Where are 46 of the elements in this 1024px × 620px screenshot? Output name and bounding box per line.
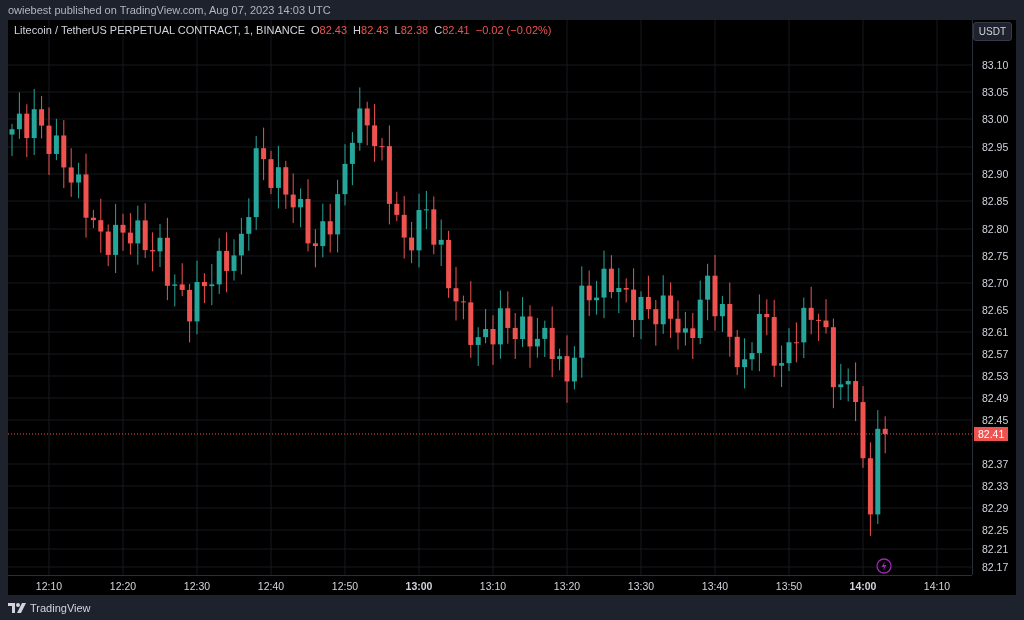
time-label: 13:20 <box>553 580 581 592</box>
price-label: 83.00 <box>982 113 1009 125</box>
price-label: 82.70 <box>982 277 1009 289</box>
time-label: 13:50 <box>775 580 803 592</box>
time-label: 12:30 <box>183 580 211 592</box>
time-label: 12:50 <box>331 580 359 592</box>
logo-icon <box>8 602 26 613</box>
price-label: 82.37 <box>982 458 1009 470</box>
time-label: 13:10 <box>479 580 507 592</box>
price-label: 82.65 <box>982 304 1009 316</box>
time-label: 13:40 <box>701 580 729 592</box>
ohlc-value: O82.43 <box>311 24 348 36</box>
price-label: 82.75 <box>982 250 1009 262</box>
time-label: 14:10 <box>923 580 951 592</box>
time-label: 12:20 <box>109 580 137 592</box>
time-label: 14:00 <box>849 580 877 592</box>
time-label: 12:40 <box>257 580 285 592</box>
price-label: 82.53 <box>982 370 1009 382</box>
price-label: 82.57 <box>982 348 1009 360</box>
price-label: 82.80 <box>982 223 1009 235</box>
price-label: 82.49 <box>982 392 1009 404</box>
price-label: 82.25 <box>982 524 1009 536</box>
symbol-title: Litecoin / TetherUS PERPETUAL CONTRACT, 1, BINANCE <box>14 24 305 36</box>
ohlc-value: L82.38 <box>394 24 429 36</box>
price-label: 82.85 <box>982 195 1009 207</box>
lightning-icon[interactable] <box>876 558 892 574</box>
brand-name: TradingView <box>30 601 91 614</box>
ohlc-value: H82.43 <box>353 24 389 36</box>
last-price-badge: 82.41 <box>974 427 1009 441</box>
publish-info-text: owiebest published on TradingView.com, Aug 07, 2023 14:03 UTC <box>8 4 331 16</box>
time-label: 13:00 <box>405 580 433 592</box>
price-label: 82.21 <box>982 543 1009 555</box>
time-label: 13:30 <box>627 580 655 592</box>
time-label: 12:10 <box>35 580 63 592</box>
ohlc-value: C82.41 <box>434 24 470 36</box>
price-label: 82.61 <box>982 326 1009 338</box>
currency-button[interactable]: USDT <box>972 22 1012 41</box>
price-label: 82.95 <box>982 141 1009 153</box>
price-label: 83.05 <box>982 86 1009 98</box>
price-change: −0.02 (−0.02%) <box>475 24 552 36</box>
price-label: 82.29 <box>982 502 1009 514</box>
price-label: 82.17 <box>982 561 1009 573</box>
price-label: 82.90 <box>982 168 1009 180</box>
price-label: 83.10 <box>982 59 1009 71</box>
price-label: 82.45 <box>982 414 1009 426</box>
price-label: 82.33 <box>982 480 1009 492</box>
